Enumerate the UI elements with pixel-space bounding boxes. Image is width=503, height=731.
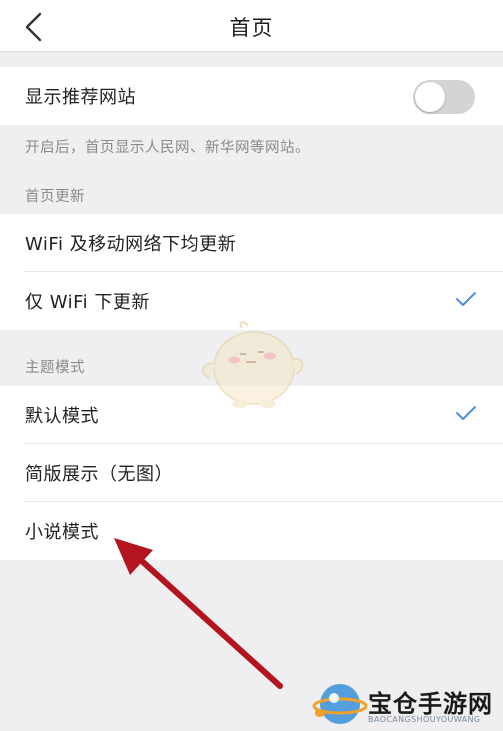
- theme-option-label: 简版展示（无图）: [25, 464, 173, 485]
- toggle-knob: [415, 82, 445, 112]
- theme-option-label: 默认模式: [25, 406, 99, 427]
- recommend-sites-note: 开启后，首页显示人民网、新华网等网站。: [25, 140, 310, 156]
- recommend-sites-row[interactable]: 显示推荐网站: [0, 67, 503, 125]
- theme-option-novel[interactable]: 小说模式: [0, 502, 503, 560]
- update-option-wifi-only[interactable]: 仅 WiFi 下更新: [0, 272, 503, 330]
- checkmark-icon: [455, 404, 477, 426]
- recommend-sites-toggle[interactable]: [413, 80, 475, 114]
- top-bar: 首页: [0, 0, 503, 52]
- update-option-label: WiFi 及移动网络下均更新: [25, 234, 237, 255]
- theme-section-heading: 主题模式: [25, 360, 85, 376]
- watermark-brand: 宝仓手游网: [368, 689, 493, 718]
- theme-option-simple[interactable]: 简版展示（无图）: [0, 444, 503, 502]
- checkmark-icon: [455, 290, 477, 312]
- update-option-label: 仅 WiFi 下更新: [25, 292, 150, 313]
- recommend-sites-label: 显示推荐网站: [25, 87, 136, 108]
- watermark-logo-icon: [312, 684, 368, 724]
- watermark-subtitle: BAOCANGSHOUYOUWANG: [368, 715, 481, 724]
- update-section-heading: 首页更新: [25, 189, 85, 205]
- theme-option-label: 小说模式: [25, 522, 99, 543]
- page-title: 首页: [229, 16, 274, 40]
- site-watermark: 宝仓手游网 BAOCANGSHOUYOUWANG: [306, 680, 503, 731]
- update-option-wifi-and-mobile[interactable]: WiFi 及移动网络下均更新: [0, 214, 503, 272]
- theme-option-default[interactable]: 默认模式: [0, 386, 503, 444]
